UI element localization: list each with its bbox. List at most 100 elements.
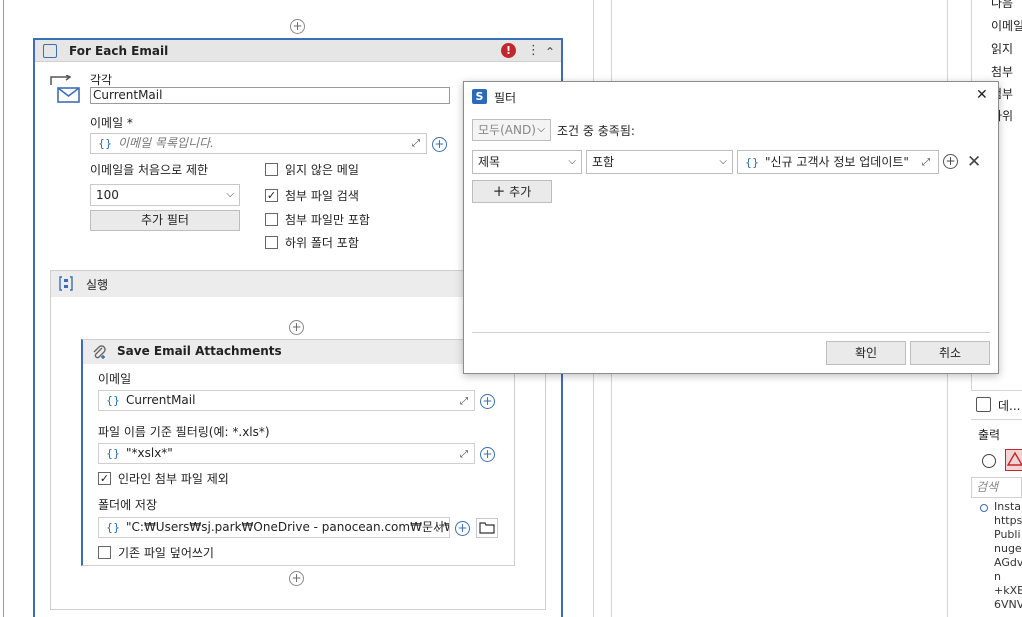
filter-name-input[interactable]: {} "*xslx*" bbox=[98, 443, 475, 464]
save-email-label: 이메일 bbox=[98, 372, 132, 386]
email-add-icon[interactable]: + bbox=[432, 137, 447, 152]
canvas-left-border bbox=[3, 0, 4, 617]
ok-button[interactable]: 확인 bbox=[826, 341, 906, 365]
email-label: 이메일 * bbox=[90, 116, 133, 130]
collapse-icon[interactable]: ⌃ bbox=[545, 45, 555, 59]
log-line: https bbox=[994, 514, 1022, 527]
dialog-title: 필터 bbox=[494, 91, 517, 105]
clock-icon[interactable] bbox=[982, 454, 996, 468]
save-folder-input[interactable]: {} "C:₩Users₩sj.park₩OneDrive - panocean.… bbox=[98, 517, 450, 538]
data-manager-icon bbox=[976, 397, 991, 412]
chevron-down-icon: ⌵ bbox=[719, 156, 727, 167]
mode-select[interactable]: 모두(AND) ⌵ bbox=[472, 119, 551, 141]
limit-value: 100 bbox=[96, 188, 119, 202]
right-panel-separator bbox=[971, 390, 1022, 391]
folder-browse-icon[interactable] bbox=[476, 518, 498, 538]
info-icon bbox=[980, 504, 988, 512]
filter-dialog: S 필터 ✕ 모두(AND) ⌵ 조건 중 충족됨: 제목 ⌵ 포함 ⌵ {} "… bbox=[463, 81, 999, 374]
save-folder-add-icon[interactable]: + bbox=[455, 521, 470, 536]
log-line: nuget bbox=[994, 542, 1022, 555]
unread-label: 읽지 않은 메일 bbox=[285, 163, 359, 177]
field-value: 제목 bbox=[478, 155, 501, 169]
for-each-title: For Each Email bbox=[69, 44, 169, 58]
email-list-input[interactable]: {} 이메일 목록입니다. bbox=[90, 133, 427, 154]
save-email-value: CurrentMail bbox=[126, 393, 196, 407]
exclude-inline-label: 인라인 첨부 파일 제외 bbox=[118, 472, 229, 486]
filter-name-value: "*xslx*" bbox=[126, 446, 173, 460]
attach-only-label: 첨부 파일만 포함 bbox=[285, 213, 370, 227]
limit-select[interactable]: 100 ⌵ bbox=[90, 184, 240, 206]
expression-add-icon[interactable]: + bbox=[943, 154, 958, 169]
save-email-add-icon[interactable]: + bbox=[480, 394, 495, 409]
operator-value: 포함 bbox=[592, 155, 615, 169]
output-separator bbox=[971, 419, 1022, 420]
overwrite-checkbox[interactable] bbox=[98, 546, 111, 559]
output-search-input[interactable]: 검색 bbox=[971, 477, 1022, 498]
each-label: 각각 bbox=[90, 73, 113, 87]
expression-value: "신규 고객사 정보 업데이트" bbox=[765, 155, 909, 169]
search-attach-checkbox[interactable]: ✓ bbox=[265, 189, 278, 202]
execute-title: 실행 bbox=[86, 278, 109, 292]
property-item[interactable]: 이메일 bbox=[991, 17, 1022, 34]
add-label: 추가 bbox=[509, 185, 532, 199]
save-folder-expand-icon[interactable]: ⤢ bbox=[436, 523, 444, 534]
attach-only-checkbox[interactable] bbox=[265, 213, 278, 226]
property-item[interactable]: 읽지 bbox=[991, 40, 1013, 57]
subfolder-checkbox[interactable] bbox=[265, 236, 278, 249]
property-item[interactable]: 나음 bbox=[991, 0, 1013, 11]
mode-value: 모두(AND) bbox=[478, 123, 536, 137]
chevron-down-icon: ⌵ bbox=[568, 156, 576, 167]
save-email-expand-icon[interactable]: ⤢ bbox=[460, 396, 468, 407]
close-icon[interactable]: ✕ bbox=[976, 87, 988, 103]
chevron-down-icon: ⌵ bbox=[537, 124, 545, 135]
add-activity-bottom-icon[interactable]: + bbox=[289, 571, 304, 586]
log-line: Publi bbox=[994, 528, 1021, 541]
warning-filter-icon[interactable] bbox=[1005, 449, 1022, 471]
add-activity-top-icon[interactable]: + bbox=[290, 19, 305, 34]
search-attach-label: 첨부 파일 검색 bbox=[285, 189, 359, 203]
paperclip-icon bbox=[91, 344, 107, 360]
expression-icon: {} bbox=[106, 447, 120, 460]
filter-name-expand-icon[interactable]: ⤢ bbox=[460, 449, 468, 460]
more-options-icon[interactable]: ⋮ bbox=[527, 43, 540, 58]
each-input[interactable]: CurrentMail bbox=[90, 87, 450, 104]
uipath-logo-icon: S bbox=[472, 89, 487, 104]
dialog-footer-separator bbox=[472, 332, 990, 333]
sequence-icon bbox=[59, 276, 73, 291]
property-item[interactable]: 첨부 bbox=[991, 63, 1013, 80]
log-line: 6VNV bbox=[994, 598, 1022, 611]
cancel-button[interactable]: 취소 bbox=[910, 341, 990, 365]
email-placeholder: 이메일 목록입니다. bbox=[118, 136, 214, 150]
unread-checkbox[interactable] bbox=[265, 163, 278, 176]
log-line: AGdv bbox=[994, 556, 1022, 569]
email-expand-icon[interactable]: ⤢ bbox=[412, 138, 420, 149]
save-email-input[interactable]: {} CurrentMail bbox=[98, 390, 475, 411]
exclude-inline-checkbox[interactable]: ✓ bbox=[98, 472, 111, 485]
save-folder-value: "C:₩Users₩sj.park₩OneDrive - panocean.co… bbox=[126, 520, 450, 534]
expression-input[interactable]: {} "신규 고객사 정보 업데이트" bbox=[737, 150, 939, 174]
condition-text: 조건 중 충족됨: bbox=[557, 124, 635, 138]
plus-icon: + bbox=[492, 182, 506, 200]
expression-icon: {} bbox=[98, 137, 112, 150]
filter-name-add-icon[interactable]: + bbox=[480, 447, 495, 462]
for-each-email-icon bbox=[43, 44, 57, 58]
save-folder-label: 폴더에 저장 bbox=[98, 498, 158, 512]
output-search-placeholder: 검색 bbox=[976, 480, 999, 494]
data-tab[interactable]: 데... bbox=[998, 397, 1020, 414]
log-line: +kXE bbox=[994, 584, 1022, 597]
output-log: Instal https Publi nuget AGdv n +kXE 6VN… bbox=[994, 500, 1022, 617]
limit-label: 이메일을 처음으로 제한 bbox=[90, 163, 209, 177]
subfolder-label: 하위 폴더 포함 bbox=[285, 236, 359, 250]
operator-select[interactable]: 포함 ⌵ bbox=[586, 150, 733, 174]
error-icon[interactable]: ! bbox=[501, 43, 516, 58]
save-attachments-title: Save Email Attachments bbox=[117, 344, 282, 358]
add-condition-button[interactable]: + 추가 bbox=[472, 180, 552, 203]
chevron-down-icon: ⌵ bbox=[226, 189, 234, 200]
log-line: Instal bbox=[994, 500, 1022, 513]
expression-expand-icon[interactable]: ⤢ bbox=[922, 157, 930, 168]
field-select[interactable]: 제목 ⌵ bbox=[472, 150, 582, 174]
extra-filter-button[interactable]: 추가 필터 bbox=[90, 210, 240, 231]
expression-icon: {} bbox=[745, 156, 759, 169]
add-activity-middle-icon[interactable]: + bbox=[289, 320, 304, 335]
remove-condition-icon[interactable]: ✕ bbox=[967, 152, 981, 172]
